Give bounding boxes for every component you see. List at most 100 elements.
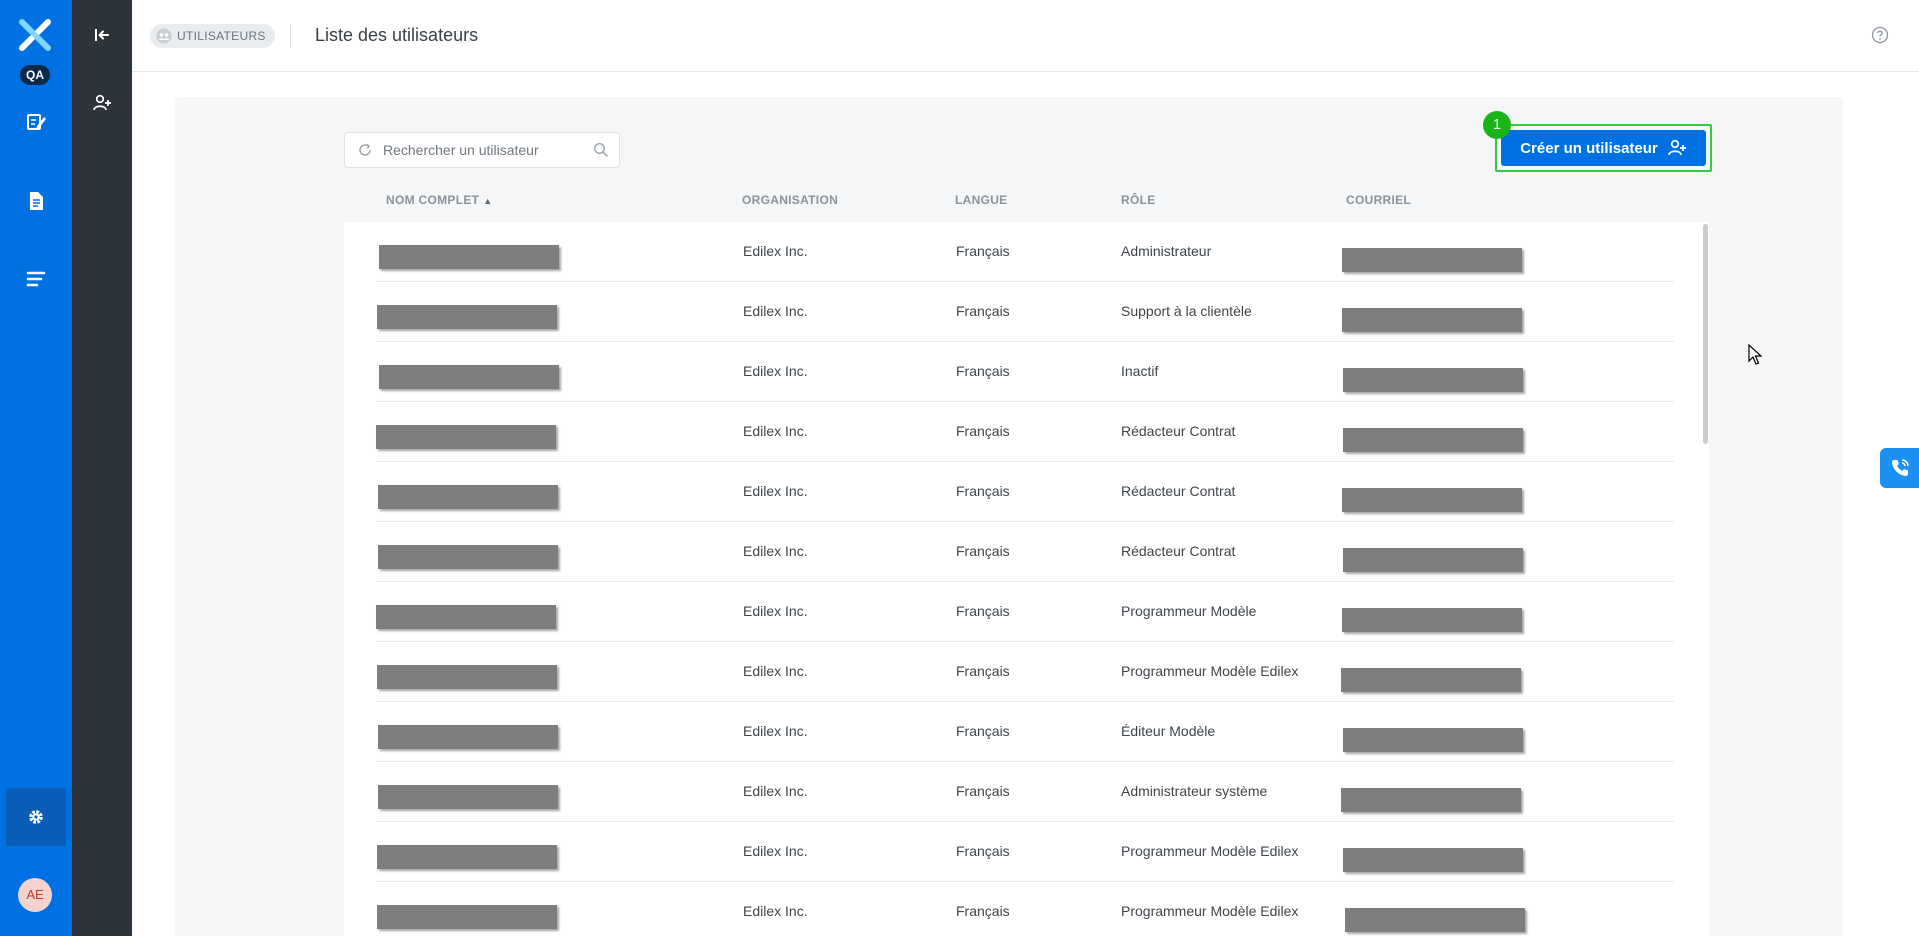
rail-item-list[interactable] [18,261,54,297]
add-user-icon [93,94,111,111]
main-rail: QA AE [0,0,72,936]
table-row[interactable]: Edilex Inc. Français Administrateur systèm… [377,762,1674,822]
redacted-full-name [377,845,557,869]
collapse-sidebar-button[interactable] [84,17,120,53]
cell-role: Rédacteur Contrat [1121,423,1236,439]
table-row[interactable]: Edilex Inc. Français Inactif [377,342,1674,402]
help-circle-icon[interactable] [1871,26,1889,44]
search-icon[interactable] [593,142,609,158]
table-scrollbar[interactable] [1701,222,1709,936]
cell-language: Français [956,423,1010,439]
cell-organization: Edilex Inc. [743,243,808,259]
table-row[interactable]: Edilex Inc. Français Rédacteur Contrat [377,462,1674,522]
column-header-language[interactable]: LANGUE [955,193,1007,207]
redacted-email [1342,488,1522,512]
cell-role: Administrateur [1121,243,1212,259]
add-user-nav-button[interactable] [84,85,120,121]
redacted-email [1343,548,1523,572]
table-row[interactable]: Edilex Inc. Français Support à la clientèl… [377,282,1674,342]
cell-language: Français [956,483,1010,499]
cell-organization: Edilex Inc. [743,903,808,919]
redacted-full-name [377,665,557,689]
settings-button[interactable] [6,788,66,846]
step-number-badge: 1 [1483,111,1511,139]
table-row[interactable]: Edilex Inc. Français Programmeur Modèle Ed… [377,642,1674,702]
column-header-full-name[interactable]: NOM COMPLET ▲ [386,193,493,207]
page-header: UTILISATEURS Liste des utilisateurs [132,0,1919,72]
column-label: NOM COMPLET [386,193,480,207]
cell-language: Français [956,603,1010,619]
create-user-label: Créer un utilisateur [1520,139,1658,157]
redacted-email [1343,848,1523,872]
cell-role: Programmeur Modèle Edilex [1121,663,1299,679]
column-header-role[interactable]: RÔLE [1121,193,1156,207]
redacted-email [1342,248,1522,272]
cell-role: Rédacteur Contrat [1121,483,1236,499]
redacted-email [1341,668,1521,692]
redacted-full-name [379,365,559,389]
search-input[interactable] [383,142,583,158]
cell-language: Français [956,723,1010,739]
gear-icon [29,810,43,824]
cell-organization: Edilex Inc. [743,423,808,439]
redacted-full-name [377,905,557,929]
create-user-highlight: Créer un utilisateur [1495,124,1712,172]
app-logo-icon[interactable] [18,18,52,52]
redacted-full-name [378,725,558,749]
rail-item-edit[interactable] [18,104,54,140]
table-row[interactable]: Edilex Inc. Français Éditeur Modèle [377,702,1674,762]
redacted-email [1341,788,1521,812]
cell-organization: Edilex Inc. [743,363,808,379]
redacted-full-name [376,605,556,629]
environment-badge: QA [20,65,50,85]
redacted-email [1342,308,1522,332]
search-box [344,132,620,168]
redacted-email [1345,908,1525,932]
table-header: NOM COMPLET ▲ ORGANISATION LANGUE RÔLE CO… [344,190,1674,214]
user-avatar[interactable]: AE [18,878,52,912]
rail-item-documents[interactable] [18,183,54,219]
refresh-icon[interactable] [357,142,373,158]
collapse-left-icon [95,29,109,41]
scrollbar-thumb[interactable] [1703,224,1708,444]
cell-language: Français [956,843,1010,859]
table-row[interactable]: Edilex Inc. Français Programmeur Modèle Ed… [377,822,1674,882]
table-row[interactable]: Edilex Inc. Français Programmeur Modèle Ed… [377,882,1674,936]
cell-organization: Edilex Inc. [743,783,808,799]
cell-role: Administrateur système [1121,783,1268,799]
cell-language: Français [956,543,1010,559]
redacted-email [1342,608,1522,632]
table-row[interactable]: Edilex Inc. Français Rédacteur Contrat [376,402,1674,462]
users-table: Edilex Inc. Français Administrateur Edilex … [344,222,1709,936]
table-row[interactable]: Edilex Inc. Français Rédacteur Contrat [377,522,1674,582]
cell-organization: Edilex Inc. [743,663,808,679]
section-pill: UTILISATEURS [150,24,275,48]
cell-language: Français [956,663,1010,679]
table-row[interactable]: Edilex Inc. Français Programmeur Modèle [376,582,1674,642]
redacted-full-name [378,785,558,809]
cell-language: Français [956,783,1010,799]
secondary-sidebar [72,0,132,936]
cell-role: Éditeur Modèle [1121,723,1216,739]
cell-role: Support à la clientèle [1121,303,1252,319]
add-user-icon [1667,139,1686,156]
redacted-email [1343,428,1523,452]
column-header-organization[interactable]: ORGANISATION [742,193,838,207]
section-label: UTILISATEURS [177,29,266,43]
cell-role: Programmeur Modèle Edilex [1121,903,1299,919]
sort-ascending-icon: ▲ [483,196,493,206]
users-group-icon [156,28,172,44]
table-row[interactable]: Edilex Inc. Français Administrateur [377,222,1674,282]
cell-organization: Edilex Inc. [743,303,808,319]
cell-role: Rédacteur Contrat [1121,543,1236,559]
document-icon [30,192,43,210]
redacted-full-name [376,425,556,449]
cell-role: Programmeur Modèle Edilex [1121,843,1299,859]
column-header-email[interactable]: COURRIEL [1346,193,1411,207]
cell-language: Français [956,903,1010,919]
phone-support-tab[interactable] [1880,448,1919,488]
cell-organization: Edilex Inc. [743,483,808,499]
header-divider [290,24,291,48]
create-user-button[interactable]: Créer un utilisateur [1501,130,1706,166]
list-icon [26,271,46,287]
